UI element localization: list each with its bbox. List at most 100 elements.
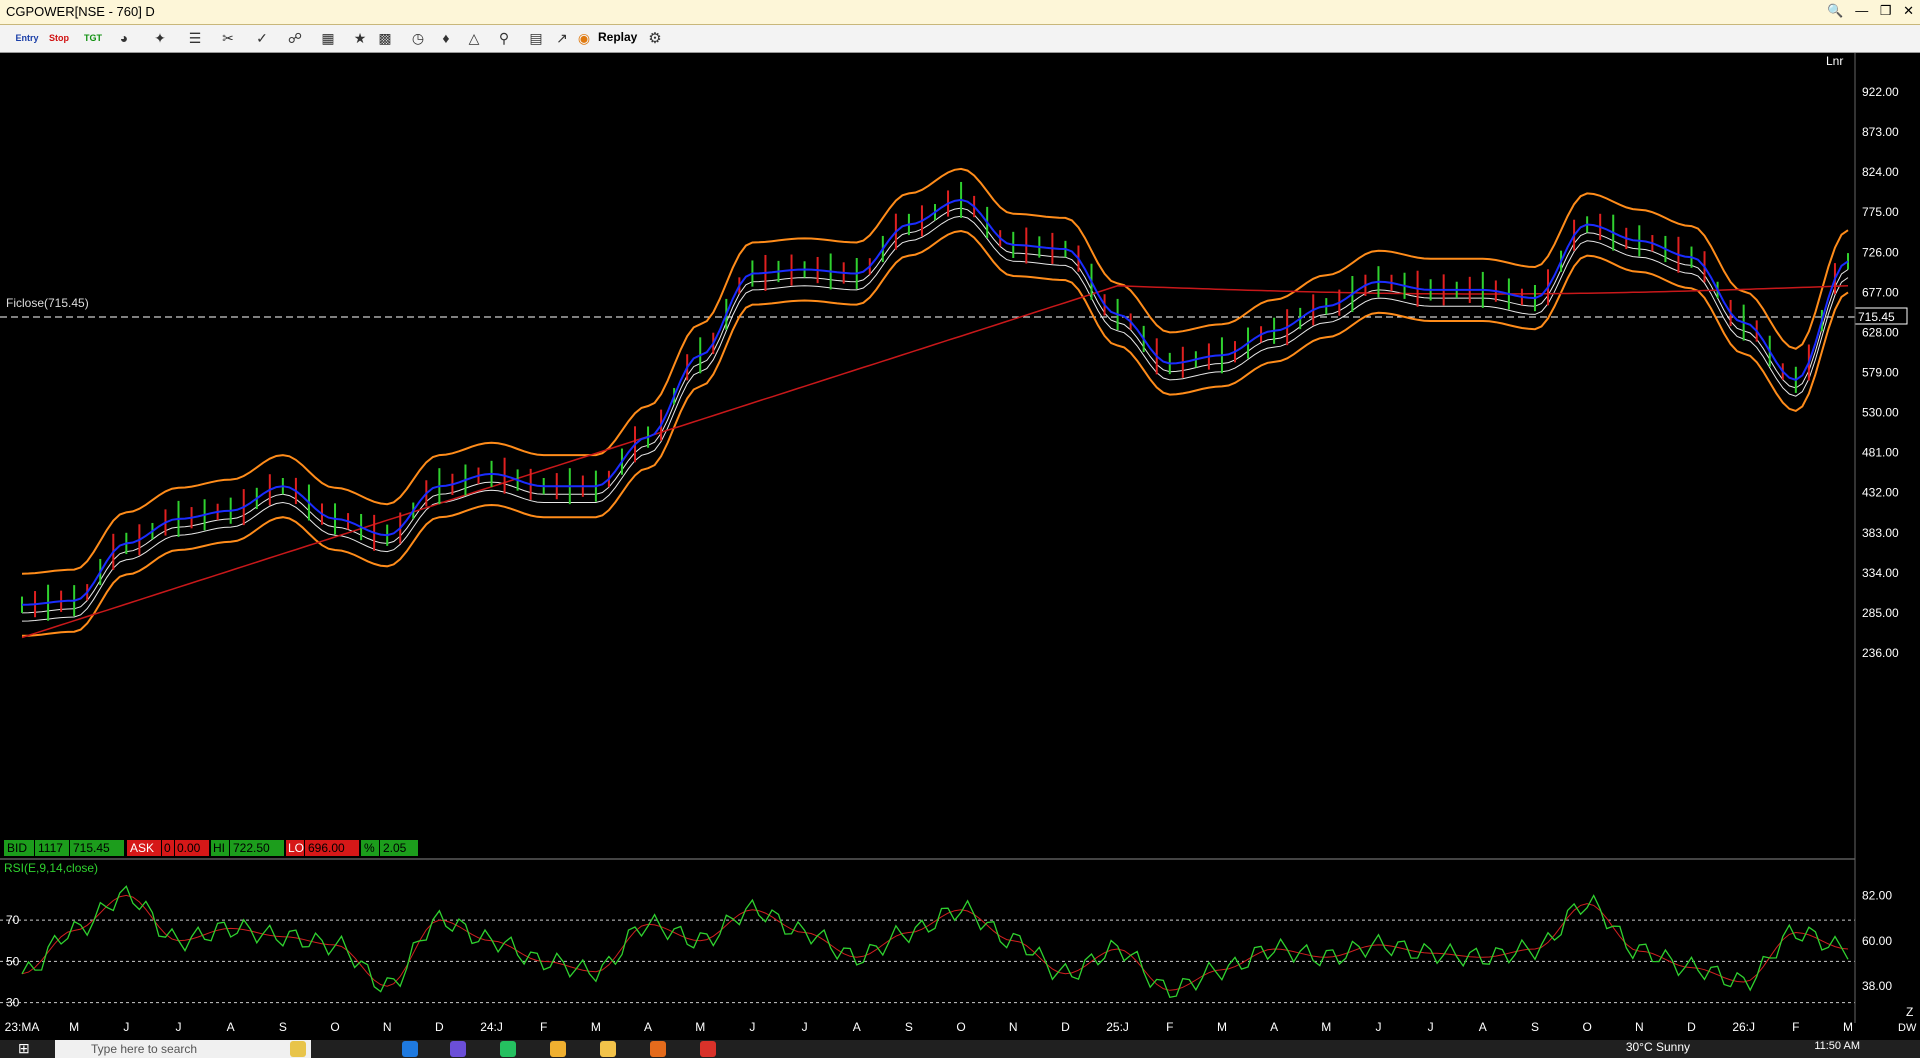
bid-qty: 1117 (38, 841, 63, 855)
target-button[interactable]: TGT (80, 29, 106, 48)
stop-button[interactable]: Stop (46, 29, 72, 48)
chrome-icon[interactable] (700, 1041, 716, 1057)
price-tick-label: 285.00 (1862, 606, 1899, 620)
lo-value: 696.00 (308, 841, 345, 855)
price-tick-label: 677.00 (1862, 285, 1899, 299)
time-axis-label: D (435, 1020, 444, 1034)
price-tick-label: 432.00 (1862, 486, 1899, 500)
window-title: CGPOWER[NSE - 760] D (6, 4, 155, 19)
chart-toolbar: Entry Stop TGT ◕ ✦ ☰ ✂ ✓ ☍ ▦ ★ ▩ ◷ ♦ △ ⚲… (0, 25, 1920, 53)
price-axis: 922.00 873.00 824.00 775.00 726.00 677.00 628.… (1862, 85, 1899, 660)
window-controls: 🔍 — ❒ ✕ (1819, 3, 1914, 19)
bid-label: BID (7, 841, 27, 855)
ask-label: ASK (130, 841, 154, 855)
layout-icon[interactable]: ▦ (318, 29, 338, 48)
alert-icon[interactable]: △ (464, 29, 484, 48)
zoom-icon[interactable]: ⚲ (494, 29, 514, 48)
indicator-icon[interactable]: ◕ (114, 29, 134, 48)
price-tick-label: 236.00 (1862, 646, 1899, 660)
minimize-button[interactable]: — (1855, 3, 1868, 18)
bar-type-icon[interactable]: ☰ (185, 29, 205, 48)
clock-icon[interactable]: ◷ (408, 29, 428, 48)
last-price-tag: 715.45 (1858, 310, 1895, 324)
hi-label: HI (213, 841, 225, 855)
time-axis-label: S (905, 1020, 913, 1034)
time-axis-label: J (749, 1020, 755, 1034)
time-axis-label: N (383, 1020, 392, 1034)
price-tick-label: 579.00 (1862, 366, 1899, 380)
chart-bars-icon[interactable]: ▩ (375, 29, 395, 48)
time-axis-label: 26:J (1732, 1020, 1755, 1034)
price-tick-label: 383.00 (1862, 526, 1899, 540)
time-axis-label: F (540, 1020, 547, 1034)
time-axis-label: A (644, 1020, 652, 1034)
scissors-icon[interactable]: ✂ (218, 29, 238, 48)
time-axis-label: A (853, 1020, 861, 1034)
bid-price: 715.45 (73, 841, 110, 855)
calendar-icon[interactable]: ▤ (526, 29, 546, 48)
time-axis-label: J (176, 1020, 182, 1034)
price-tick-label: 726.00 (1862, 245, 1899, 259)
price-tick-label: 873.00 (1862, 125, 1899, 139)
time-axis-label: N (1635, 1020, 1644, 1034)
price-tick-label: 824.00 (1862, 165, 1899, 179)
rsi-level-label: 50 (6, 954, 20, 968)
copilot-icon[interactable] (450, 1041, 466, 1057)
trend-icon[interactable]: ↗ (552, 29, 572, 48)
close-button[interactable]: ✕ (1903, 3, 1914, 18)
rsi-tick-label: 38.00 (1862, 979, 1892, 993)
star-icon[interactable]: ★ (350, 29, 370, 48)
pattern-icon[interactable]: ♦ (436, 29, 456, 48)
price-chart[interactable]: 922.00 873.00 824.00 775.00 726.00 677.00 628.… (0, 53, 1920, 1038)
price-tick-label: 922.00 (1862, 85, 1899, 99)
weather-widget[interactable]: 30°C Sunny (1626, 1040, 1690, 1054)
time-axis-label: O (330, 1020, 339, 1034)
time-axis-label: A (227, 1020, 235, 1034)
time-axis-label: F (1166, 1020, 1173, 1034)
time-axis-label: S (279, 1020, 287, 1034)
time-axis-label: O (1582, 1020, 1591, 1034)
rsi-tick-label: 82.00 (1862, 888, 1892, 902)
pct-label: % (364, 841, 375, 855)
ask-qty: 0 (164, 841, 171, 855)
search-icon[interactable]: 🔍 (1827, 3, 1843, 18)
time-axis-label: N (1009, 1020, 1018, 1034)
time-axis-label: A (1479, 1020, 1487, 1034)
price-tick-label: 775.00 (1862, 205, 1899, 219)
replay-icon[interactable]: ◉ (576, 29, 592, 48)
time-axis-label: D (1687, 1020, 1696, 1034)
price-tick-label: 628.00 (1862, 325, 1899, 339)
price-tick-label: 334.00 (1862, 566, 1899, 580)
draw-tool-icon[interactable]: ✓ (252, 29, 272, 48)
folder-icon[interactable] (550, 1041, 566, 1057)
time-axis-label: M (1843, 1020, 1853, 1034)
windows-start-icon[interactable]: ⊞ (18, 1040, 30, 1057)
notes-icon[interactable] (600, 1041, 616, 1057)
time-axis-label: 24:J (480, 1020, 503, 1034)
whatsapp-icon[interactable] (500, 1041, 516, 1057)
dw-button[interactable]: DW (1898, 1022, 1917, 1034)
gear-icon[interactable]: ⚙ (645, 29, 665, 48)
scale-mode: Lnr (1826, 54, 1843, 68)
taskbar-search[interactable]: Type here to search (55, 1040, 311, 1058)
restore-button[interactable]: ❒ (1880, 3, 1892, 18)
rsi-level-label: 70 (6, 913, 20, 927)
time-axis-label: M (591, 1020, 601, 1034)
trading-app-icon[interactable] (650, 1041, 666, 1057)
pct-value: 2.05 (383, 841, 407, 855)
title-bar: CGPOWER[NSE - 760] D 🔍 — ❒ ✕ (0, 0, 1920, 25)
zoom-z-button[interactable]: Z (1906, 1005, 1913, 1019)
time-axis-label: J (123, 1020, 129, 1034)
link-icon[interactable]: ☍ (285, 29, 305, 48)
pin-icon[interactable]: ✦ (150, 29, 170, 48)
time-axis-label: J (802, 1020, 808, 1034)
file-explorer-icon[interactable] (290, 1041, 306, 1057)
replay-button[interactable]: Replay (598, 30, 637, 44)
time-axis-label: 23:MA (5, 1020, 40, 1034)
time-axis-label: M (1217, 1020, 1227, 1034)
rsi-level-label: 30 (6, 996, 20, 1010)
edge-icon[interactable] (402, 1041, 418, 1057)
hi-value: 722.50 (233, 841, 270, 855)
price-tick-label: 481.00 (1862, 446, 1899, 460)
entry-button[interactable]: Entry (14, 29, 40, 48)
